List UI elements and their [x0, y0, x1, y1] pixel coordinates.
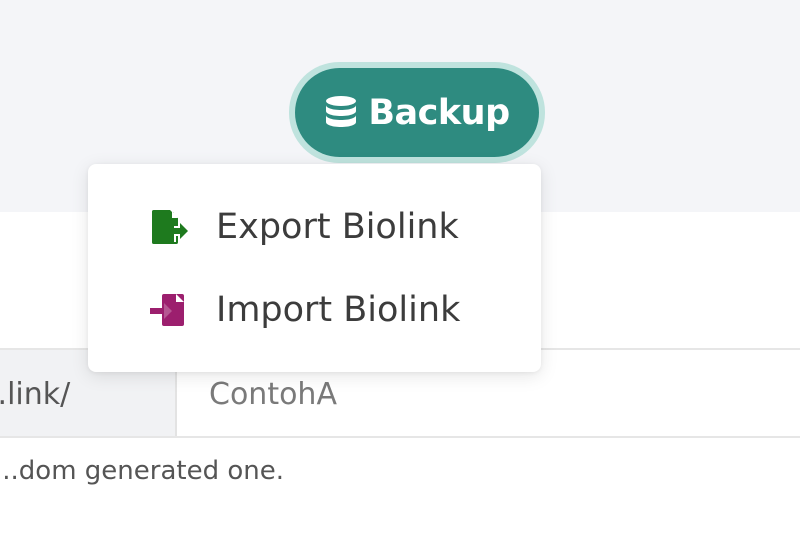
backup-button[interactable]: Backup — [295, 68, 539, 157]
backup-button-label: Backup — [368, 92, 510, 133]
menu-item-import-biolink[interactable]: Import Biolink — [88, 275, 541, 345]
menu-item-export-biolink[interactable]: Export Biolink — [88, 192, 541, 262]
menu-item-label: Export Biolink — [216, 207, 459, 247]
link-prefix-text: ..link/ — [0, 376, 71, 412]
file-import-icon — [150, 290, 194, 330]
help-text-content: ...dom generated one. — [0, 456, 284, 486]
menu-item-label: Import Biolink — [216, 290, 461, 330]
help-text: ...dom generated one. — [0, 456, 800, 496]
database-icon — [324, 95, 358, 131]
divider — [0, 436, 800, 438]
file-export-icon — [150, 207, 194, 247]
backup-dropdown-menu: Export Biolink Import Biolink — [88, 164, 541, 372]
